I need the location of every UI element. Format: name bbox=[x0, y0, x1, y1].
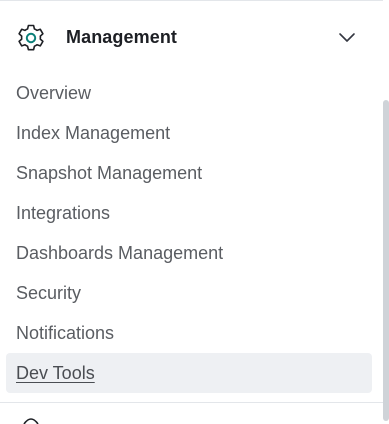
nav-item-label: Security bbox=[16, 283, 82, 303]
nav-item-notifications[interactable]: Notifications bbox=[6, 313, 372, 353]
nav-item-integrations[interactable]: Integrations bbox=[6, 193, 372, 233]
management-group-header[interactable]: Management bbox=[0, 12, 383, 66]
nav-item-label: Notifications bbox=[16, 323, 115, 343]
nav-item-overview[interactable]: Overview bbox=[6, 73, 372, 113]
scrollbar-thumb[interactable] bbox=[383, 100, 389, 421]
gear-icon bbox=[18, 24, 44, 51]
management-nav-list: Overview Index Management Snapshot Manag… bbox=[6, 73, 372, 393]
nav-item-dashboards-management[interactable]: Dashboards Management bbox=[6, 233, 372, 273]
nav-item-label: Index Management bbox=[16, 123, 171, 143]
nav-item-label: Dashboards Management bbox=[16, 243, 224, 263]
management-nav-panel: Management Overview Index Management Sna… bbox=[0, 0, 389, 424]
group-title: Management bbox=[66, 27, 178, 47]
nav-item-dev-tools[interactable]: Dev Tools bbox=[6, 353, 372, 393]
nav-item-label: Overview bbox=[16, 83, 92, 103]
nav-item-security[interactable]: Security bbox=[6, 273, 372, 313]
nav-item-label: Snapshot Management bbox=[16, 163, 203, 183]
top-divider bbox=[0, 0, 383, 1]
section-divider bbox=[0, 402, 383, 403]
nav-item-label: Integrations bbox=[16, 203, 111, 223]
nav-item-index-management[interactable]: Index Management bbox=[6, 113, 372, 153]
nav-item-snapshot-management[interactable]: Snapshot Management bbox=[6, 153, 372, 193]
chevron-down-icon[interactable] bbox=[337, 30, 357, 44]
nav-item-label: Dev Tools bbox=[16, 363, 95, 383]
next-group-icon bbox=[23, 418, 39, 424]
